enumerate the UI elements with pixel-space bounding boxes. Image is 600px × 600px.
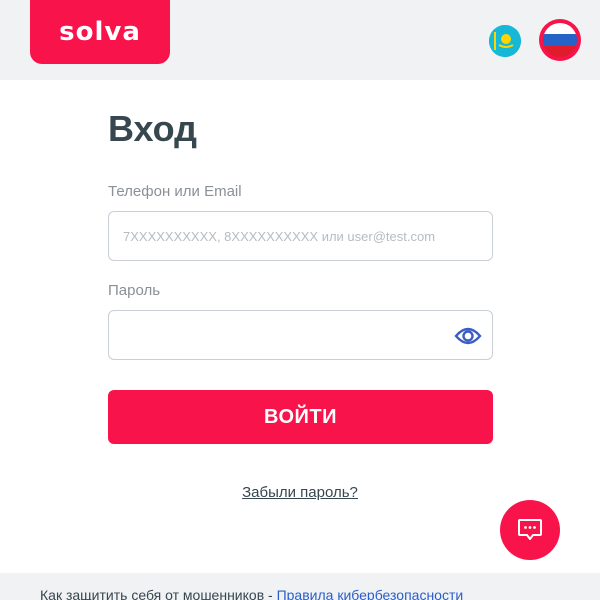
logo-text: solva — [59, 17, 141, 47]
flag-stripe-white — [543, 23, 577, 35]
password-label: Пароль — [108, 282, 161, 299]
russia-flag-icon — [543, 23, 577, 57]
password-input[interactable] — [108, 310, 493, 360]
chat-bubble-icon — [518, 519, 542, 540]
footer-text: Как защитить себя от мошенников - Правил… — [40, 587, 463, 600]
language-kz-button[interactable] — [489, 25, 521, 57]
eye-icon — [454, 327, 482, 345]
forgot-password-link[interactable]: Забыли пароль? — [242, 484, 358, 501]
flag-stripe-blue — [543, 34, 577, 46]
solva-logo[interactable]: solva — [30, 0, 170, 64]
flag-stripe-red — [543, 45, 577, 57]
show-password-button[interactable] — [454, 324, 482, 348]
phone-email-label: Телефон или Email — [108, 183, 242, 200]
language-ru-button[interactable] — [539, 19, 581, 61]
login-button[interactable]: ВОЙТИ — [108, 390, 493, 444]
forgot-password-container: Забыли пароль? — [0, 484, 600, 501]
cybersecurity-rules-link[interactable]: Правила кибербезопасности — [277, 587, 464, 600]
chat-button[interactable] — [500, 500, 560, 560]
header: solva — [0, 0, 600, 80]
kazakhstan-flag-icon — [489, 25, 521, 57]
footer-note: Как защитить себя от мошенников - — [40, 587, 277, 600]
login-page: solva Вход Телефон или Email Пароль — [0, 0, 600, 600]
footer: Как защитить себя от мошенников - Правил… — [0, 573, 600, 600]
page-title: Вход — [108, 108, 198, 149]
phone-email-input[interactable] — [108, 211, 493, 261]
